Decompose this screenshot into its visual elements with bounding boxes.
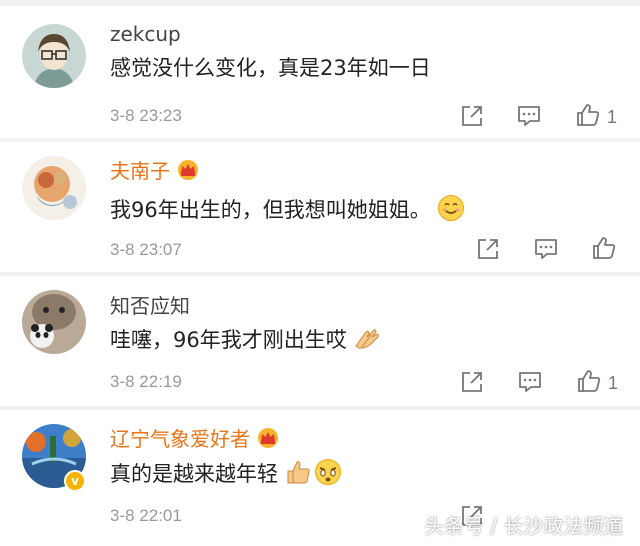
vip-crown-icon bbox=[256, 426, 280, 453]
comment-text: 真的是越来越年轻 bbox=[110, 462, 278, 486]
comment-item: 夫南子 我96年出生的，但我想叫她姐姐。 3-8 23:07 bbox=[0, 142, 640, 272]
like-button[interactable] bbox=[591, 235, 617, 261]
thumbs-up-icon bbox=[284, 458, 312, 493]
comment-icon bbox=[518, 106, 540, 126]
like-count: 1 bbox=[607, 107, 618, 127]
like-count: 1 bbox=[608, 373, 619, 393]
comment-icon bbox=[519, 372, 541, 392]
share-button[interactable] bbox=[459, 103, 485, 129]
share-icon bbox=[462, 106, 482, 126]
username[interactable]: zekcup bbox=[110, 22, 181, 46]
smiling-face-icon bbox=[437, 194, 465, 229]
clapping-hands-icon bbox=[353, 326, 383, 359]
comment-icon bbox=[535, 239, 557, 259]
reply-button[interactable] bbox=[533, 236, 559, 262]
vip-crown-icon bbox=[176, 158, 200, 185]
thumbs-up-icon bbox=[578, 370, 601, 392]
thumbs-up-icon bbox=[577, 104, 600, 126]
reply-button[interactable] bbox=[516, 103, 542, 129]
username-text: 夫南子 bbox=[110, 159, 170, 183]
comment-time: 3-8 23:07 bbox=[110, 240, 182, 259]
comment-time: 3-8 22:19 bbox=[110, 372, 182, 391]
share-icon bbox=[478, 239, 498, 259]
share-button[interactable] bbox=[475, 236, 501, 262]
comment-text-row: 真的是越来越年轻 bbox=[110, 458, 342, 493]
username[interactable]: 辽宁气象爱好者 bbox=[110, 426, 280, 453]
comment-item: 知否应知 哇噻，96年我才刚出生哎 3-8 22:19 1 bbox=[0, 276, 640, 406]
like-button[interactable] bbox=[576, 368, 602, 394]
share-icon bbox=[462, 372, 482, 392]
username[interactable]: 知否应知 bbox=[110, 294, 190, 318]
like-button[interactable] bbox=[575, 102, 601, 128]
username[interactable]: 夫南子 bbox=[110, 158, 200, 185]
avatar[interactable] bbox=[22, 24, 86, 88]
verified-badge-icon: v bbox=[64, 470, 86, 492]
comment-text-row: 哇噻，96年我才刚出生哎 bbox=[110, 326, 383, 359]
watermark-text: 头条号 / 长沙政法频道 bbox=[424, 514, 624, 538]
astonished-face-icon bbox=[314, 458, 342, 493]
share-button[interactable] bbox=[459, 369, 485, 395]
comment-time: 3-8 23:23 bbox=[110, 106, 182, 125]
thumbs-up-icon bbox=[593, 237, 616, 259]
avatar[interactable] bbox=[22, 290, 86, 354]
reply-button[interactable] bbox=[517, 369, 543, 395]
comment-text: 我96年出生的，但我想叫她姐姐。 bbox=[110, 198, 431, 222]
avatar[interactable] bbox=[22, 156, 86, 220]
comment-text: 感觉没什么变化，真是23年如一日 bbox=[110, 56, 431, 80]
username-text: 辽宁气象爱好者 bbox=[110, 427, 250, 451]
comment-text: 哇噻，96年我才刚出生哎 bbox=[110, 328, 347, 352]
comment-text-row: 我96年出生的，但我想叫她姐姐。 bbox=[110, 194, 465, 229]
comment-item: zekcup 感觉没什么变化，真是23年如一日 3-8 23:23 1 bbox=[0, 6, 640, 138]
comment-time: 3-8 22:01 bbox=[110, 506, 182, 525]
